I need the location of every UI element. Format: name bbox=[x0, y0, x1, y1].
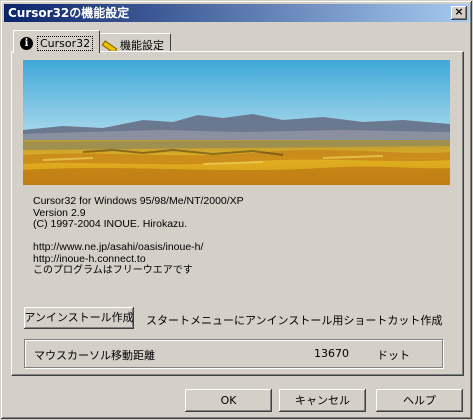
cursor-distance-label: マウスカーソル移動距離 bbox=[34, 349, 155, 362]
ok-button[interactable]: OK bbox=[185, 389, 272, 412]
close-button[interactable]: × bbox=[451, 6, 467, 20]
tab-cursor32[interactable]: i Cursor32 bbox=[13, 30, 101, 53]
dialog-window: Cursor32の機能設定 × i Cursor32 機能設定 Cursor32… bbox=[0, 0, 473, 420]
cursor-distance-box: マウスカーソル移動距離 13670 ドット bbox=[24, 339, 443, 368]
tab-settings[interactable]: 機能設定 bbox=[93, 33, 171, 52]
cursor-distance-value: 13670 bbox=[314, 347, 349, 360]
about-url-1: http://www.ne.jp/asahi/oasis/inoue-h/ bbox=[33, 241, 204, 253]
info-icon: i bbox=[20, 37, 33, 50]
tab-cursor32-label: Cursor32 bbox=[37, 36, 94, 51]
pencil-icon bbox=[100, 39, 116, 51]
help-button[interactable]: ヘルプ bbox=[376, 389, 463, 412]
cursor-distance-unit: ドット bbox=[377, 349, 410, 362]
create-uninstall-button[interactable]: アンインストール作成 bbox=[24, 307, 134, 329]
about-line-product: Cursor32 for Windows 95/98/Me/NT/2000/XP bbox=[33, 195, 244, 207]
about-url-2: http://inoue-h.connect.to bbox=[33, 252, 146, 265]
cancel-button[interactable]: キャンセル bbox=[279, 389, 366, 412]
title-bar[interactable]: Cursor32の機能設定 × bbox=[4, 4, 469, 22]
banner-image bbox=[23, 60, 450, 185]
about-line-copyright: (C) 1997-2004 INOUE. Hirokazu. bbox=[33, 218, 188, 230]
about-text: Cursor32 for Windows 95/98/Me/NT/2000/XP… bbox=[33, 195, 244, 277]
uninstall-description: スタートメニューにアンインストール用ショートカット作成 bbox=[146, 314, 443, 327]
window-title: Cursor32の機能設定 bbox=[8, 6, 130, 20]
about-freeware: このプログラムはフリーウエアです bbox=[33, 265, 193, 276]
tab-panel: Cursor32 for Windows 95/98/Me/NT/2000/XP… bbox=[11, 51, 464, 376]
